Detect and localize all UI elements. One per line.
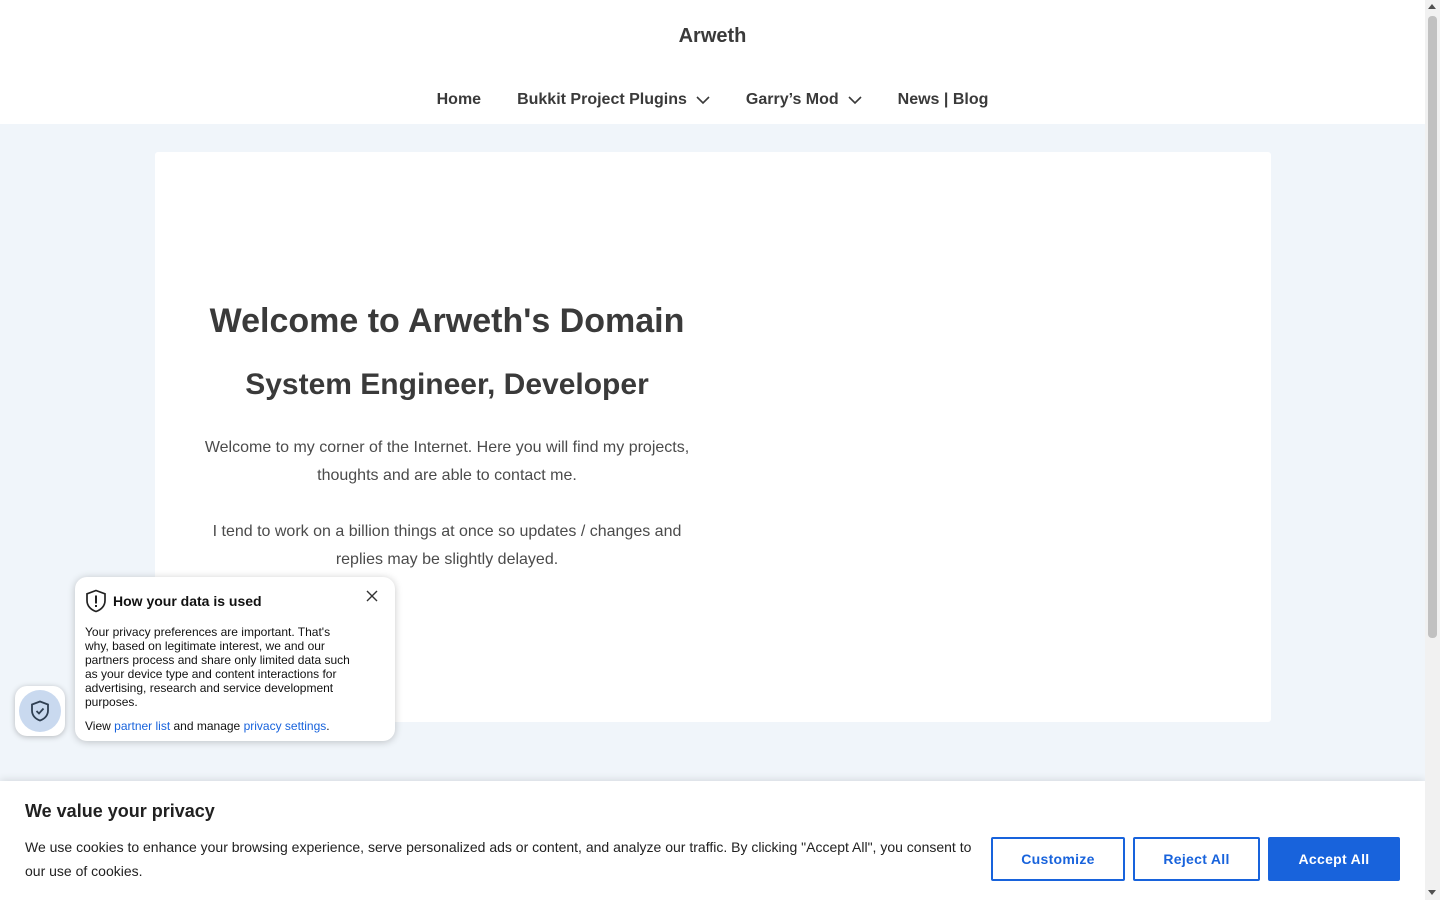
main-nav: Home Bukkit Project Plugins Garry’s Mod … xyxy=(0,86,1425,114)
hero-section: Welcome to Arweth's Domain System Engine… xyxy=(195,298,699,574)
popup-links-suffix: . xyxy=(326,719,330,733)
partner-list-link[interactable]: partner list xyxy=(114,719,170,733)
nav-item-news-blog[interactable]: News | Blog xyxy=(880,86,1007,114)
popup-header: How your data is used xyxy=(85,589,385,613)
cookie-consent-banner: We value your privacy We use cookies to … xyxy=(0,781,1425,900)
nav-item-bukkit-project-plugins[interactable]: Bukkit Project Plugins xyxy=(499,86,728,114)
page-scrollbar[interactable] xyxy=(1425,0,1440,900)
hero-paragraph: I tend to work on a billion things at on… xyxy=(212,523,682,568)
consent-text: We use cookies to enhance your browsing … xyxy=(25,839,972,879)
reject-all-button[interactable]: Reject All xyxy=(1133,837,1260,881)
close-icon[interactable] xyxy=(365,589,379,603)
shield-check-icon xyxy=(31,700,49,722)
site-title[interactable]: Arweth xyxy=(0,25,1425,48)
chevron-down-icon xyxy=(696,95,710,104)
nav-item-label: Home xyxy=(436,91,482,108)
scroll-thumb[interactable] xyxy=(1428,16,1437,638)
customize-button[interactable]: Customize xyxy=(991,837,1125,881)
consent-title: We value your privacy xyxy=(25,801,215,821)
nav-item-label: Bukkit Project Plugins xyxy=(517,91,687,108)
hero-title: Welcome to Arweth's Domain xyxy=(209,302,685,340)
scroll-up-arrow-icon[interactable] xyxy=(1428,4,1436,9)
popup-links: View partner list and manage privacy set… xyxy=(85,719,385,733)
popup-title: How your data is used xyxy=(113,593,262,609)
nav-item-label: News | Blog xyxy=(897,91,989,108)
shield-alert-icon xyxy=(86,589,106,613)
hero-subtitle: System Engineer, Developer xyxy=(245,368,649,401)
popup-links-prefix: View xyxy=(85,719,115,733)
privacy-info-popup: How your data is used Your privacy prefe… xyxy=(75,577,395,741)
popup-links-middle: and manage xyxy=(170,719,244,733)
privacy-settings-link[interactable]: privacy settings xyxy=(244,719,327,733)
scroll-down-arrow-icon[interactable] xyxy=(1428,890,1436,895)
site-header: Arweth Home Bukkit Project Plugins Garry… xyxy=(0,0,1425,124)
hero-paragraph: Welcome to my corner of the Internet. He… xyxy=(204,439,690,484)
popup-body: Your privacy preferences are important. … xyxy=(85,625,350,709)
nav-item-garrys-mod[interactable]: Garry’s Mod xyxy=(728,86,880,114)
privacy-shield-badge xyxy=(19,690,61,732)
chevron-down-icon xyxy=(848,95,862,104)
nav-item-label: Garry’s Mod xyxy=(745,91,839,108)
privacy-shield-button[interactable] xyxy=(15,686,65,736)
nav-item-home[interactable]: Home xyxy=(419,86,499,114)
accept-all-button[interactable]: Accept All xyxy=(1268,837,1400,881)
